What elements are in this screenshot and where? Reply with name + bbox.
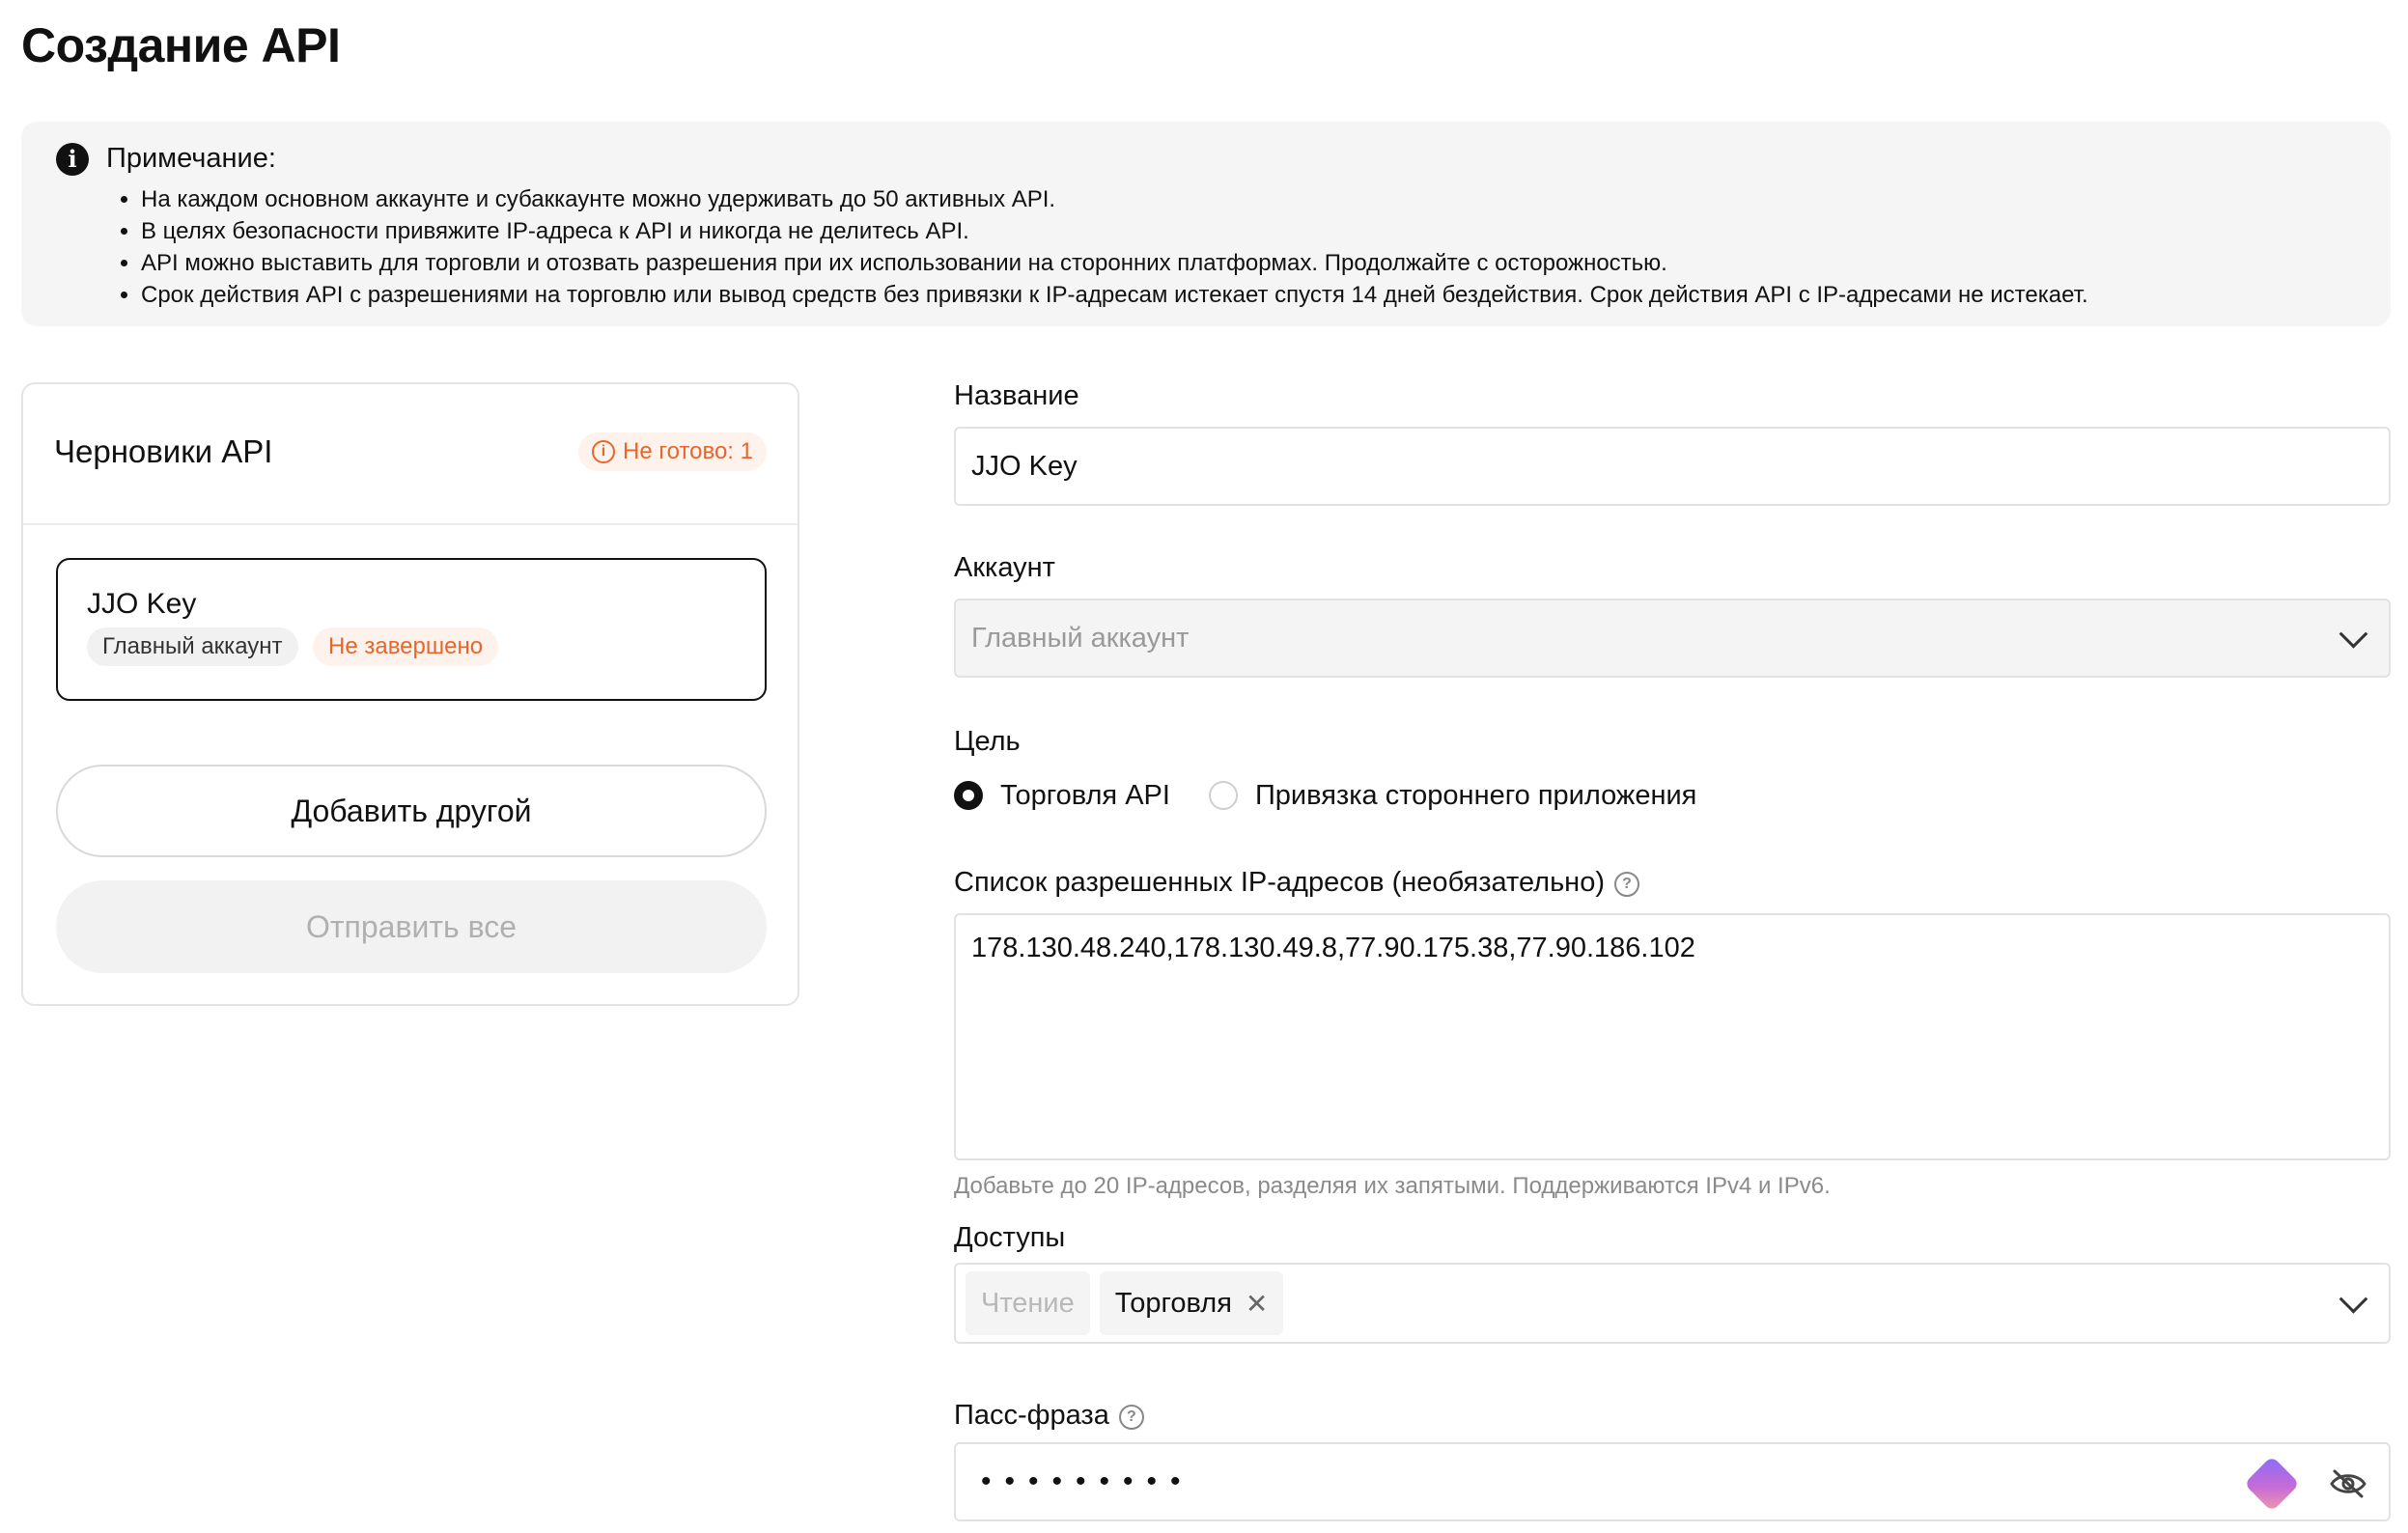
ip-whitelist-hint: Добавьте до 20 IP-адресов, разделяя их з… [954, 1173, 1831, 1199]
drafts-status-badge: i Не готово: 1 [578, 432, 767, 471]
permission-chip-read: Чтение [966, 1271, 1090, 1335]
page-title: Создание API [21, 18, 341, 72]
ip-whitelist-value: 178.130.48.240,178.130.49.8,77.90.175.38… [971, 933, 1695, 963]
purpose-radio-group: Торговля API Привязка стороннего приложе… [954, 776, 1735, 815]
draft-item[interactable]: JJO Key Главный аккаунт Не завершено [56, 558, 767, 701]
divider [23, 523, 798, 525]
help-icon[interactable]: ? [1118, 1405, 1144, 1430]
draft-name: JJO Key [87, 588, 197, 620]
permissions-select[interactable]: Чтение Торговля ✕ [954, 1263, 2391, 1344]
info-icon: i [56, 143, 89, 176]
permission-chip-trade: Торговля ✕ [1099, 1271, 1284, 1335]
notice-item: На каждом основном аккаунте и субаккаунт… [141, 183, 2088, 215]
drafts-status-text: Не готово: 1 [623, 438, 753, 464]
notice-item: Срок действия API с разрешениями на торг… [141, 279, 2088, 311]
passphrase-value: ••••••••• [981, 1465, 1194, 1497]
account-select[interactable]: Главный аккаунт [954, 599, 2391, 678]
permission-chip-label: Торговля [1114, 1287, 1232, 1319]
purpose-label: Цель [954, 726, 1021, 757]
ip-whitelist-label: Список разрешенных IP-адресов (необязате… [954, 863, 1639, 902]
draft-account-tag: Главный аккаунт [87, 627, 298, 666]
ip-whitelist-label-text: Список разрешенных IP-адресов (необязате… [954, 867, 1605, 898]
drafts-title: Черновики API [54, 433, 273, 469]
warning-icon: i [592, 440, 616, 463]
passphrase-label-text: Пасс-фраза [954, 1400, 1109, 1431]
notice-item: В целях безопасности привяжите IP-адреса… [141, 215, 2088, 247]
drafts-card: Черновики API i Не готово: 1 JJO Key Гла… [21, 382, 799, 1006]
permissions-label: Доступы [954, 1222, 1066, 1253]
notice-panel: i Примечание: На каждом основном аккаунт… [21, 122, 2391, 326]
notice-list: На каждом основном аккаунте и субаккаунт… [118, 183, 2088, 311]
draft-status-tag: Не завершено [313, 627, 499, 666]
ip-whitelist-textarea[interactable]: 178.130.48.240,178.130.49.8,77.90.175.38… [954, 913, 2391, 1160]
radio-label-trading-api[interactable]: Торговля API [1000, 780, 1170, 812]
account-select-value: Главный аккаунт [971, 622, 1190, 654]
add-another-button[interactable]: Добавить другой [56, 765, 767, 857]
account-label: Аккаунт [954, 552, 1055, 583]
radio-label-third-party-app[interactable]: Привязка стороннего приложения [1255, 780, 1696, 812]
passphrase-input[interactable]: ••••••••• [954, 1442, 2391, 1521]
name-input-value: JJO Key [971, 450, 1078, 482]
eye-off-icon[interactable] [2329, 1467, 2367, 1500]
chevron-down-icon [2338, 1284, 2368, 1314]
submit-all-button[interactable]: Отправить все [56, 880, 767, 973]
passphrase-label: Пасс-фраза? [954, 1396, 1144, 1435]
notice-title: Примечание: [106, 143, 276, 174]
radio-trading-api[interactable] [954, 781, 983, 810]
help-icon[interactable]: ? [1613, 872, 1639, 897]
notice-item: API можно выставить для торговли и отозв… [141, 247, 2088, 279]
name-label: Название [954, 380, 1079, 411]
close-icon[interactable]: ✕ [1246, 1288, 1268, 1320]
chevron-down-icon [2338, 619, 2368, 649]
password-manager-icon[interactable] [2244, 1456, 2300, 1512]
permission-chip-label: Чтение [981, 1287, 1075, 1319]
name-input[interactable]: JJO Key [954, 427, 2391, 506]
radio-third-party-app[interactable] [1208, 781, 1238, 810]
